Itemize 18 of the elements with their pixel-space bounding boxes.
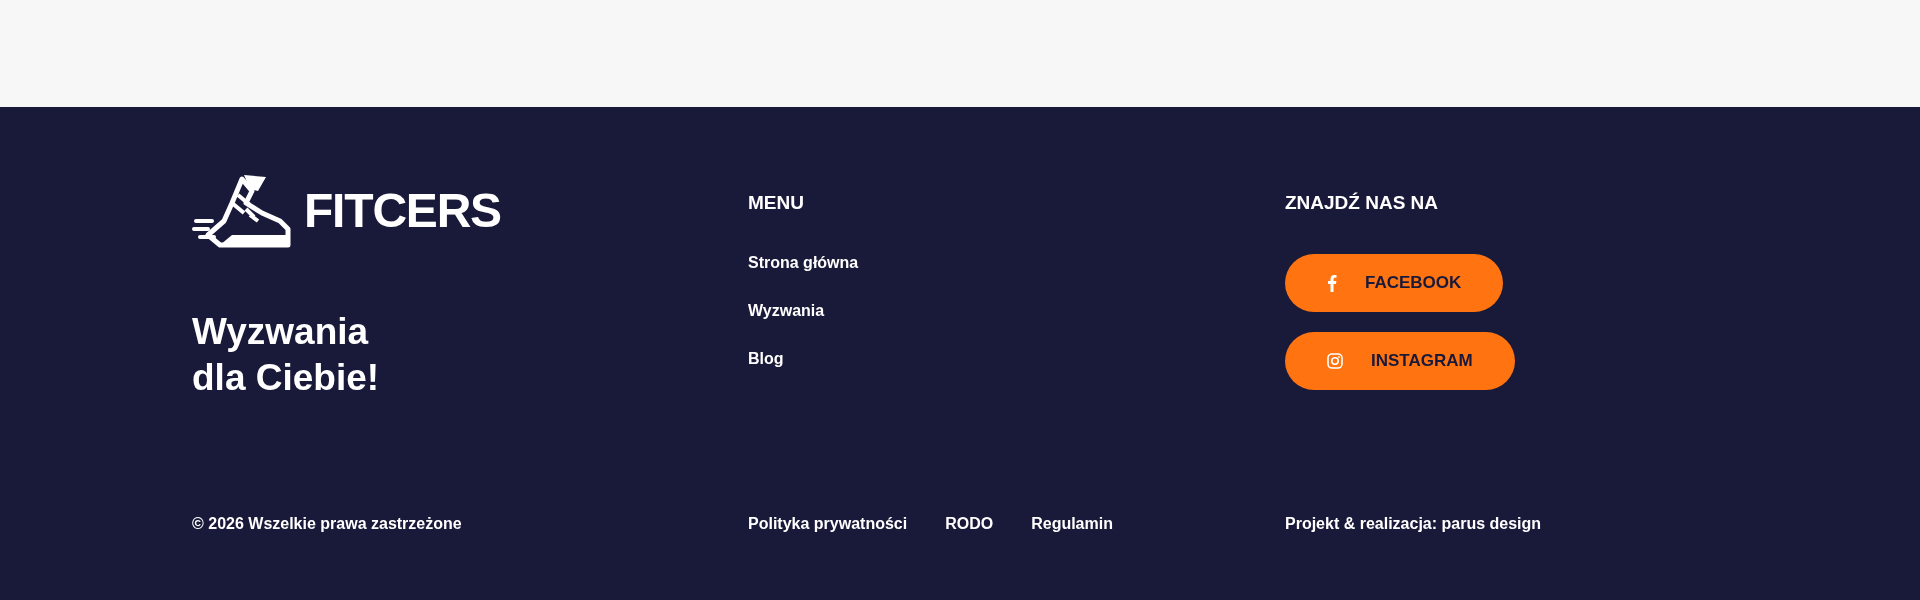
legal-link[interactable]: Regulamin <box>1031 512 1113 536</box>
logo-text: FITCERS <box>304 187 501 235</box>
credits-text: Projekt & realizacja: parus design <box>1285 514 1542 534</box>
instagram-icon <box>1327 352 1343 369</box>
menu-link[interactable]: Wyzwania <box>748 299 825 321</box>
legal-link[interactable]: RODO <box>945 512 994 536</box>
facebook-icon <box>1327 273 1337 292</box>
menu-heading: MENU <box>748 191 805 215</box>
copyright-text: © 2026 Wszelkie prawa zastrzeżone <box>192 514 463 534</box>
menu-link[interactable]: Strona główna <box>748 251 859 273</box>
legal-link[interactable]: Polityka prywatności <box>748 512 908 536</box>
tagline: dla Ciebie! <box>192 356 381 400</box>
tagline: Wyzwania <box>192 310 370 354</box>
social-heading: ZNAJDŹ NAS NA <box>1285 191 1440 215</box>
social-button[interactable]: FACEBOOK <box>1285 253 1504 312</box>
menu-link[interactable]: Blog <box>748 347 784 369</box>
running-shoe-icon <box>192 173 292 249</box>
social-button[interactable]: INSTAGRAM <box>1285 331 1515 390</box>
